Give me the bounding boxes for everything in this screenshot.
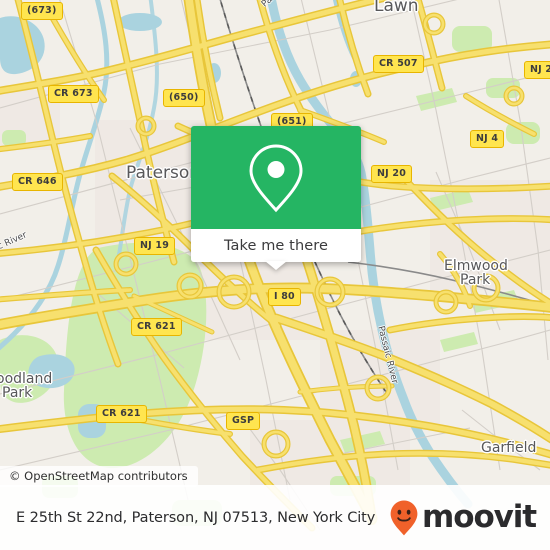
moovit-smiley-pin-icon [389,499,419,537]
popup-tail [265,261,287,270]
footer-bar: E 25th St 22nd, Paterson, NJ 07513, New … [0,485,550,550]
take-me-there-button[interactable]: Take me there [191,229,361,270]
moovit-brand[interactable]: moovit [389,499,537,537]
map-marker-popup[interactable]: Take me there [191,126,361,270]
address-label: E 25th St 22nd, Paterson, NJ 07513, New … [16,509,376,526]
take-me-there-label: Take me there [223,237,329,254]
popup-image-area [191,126,361,229]
map-pin-icon [247,142,305,214]
map-screen: Paterson Lawn Elmwood Park Garfield oodl… [0,0,550,550]
moovit-wordmark: moovit [422,499,537,535]
osm-attribution[interactable]: © OpenStreetMap contributors [0,466,198,487]
